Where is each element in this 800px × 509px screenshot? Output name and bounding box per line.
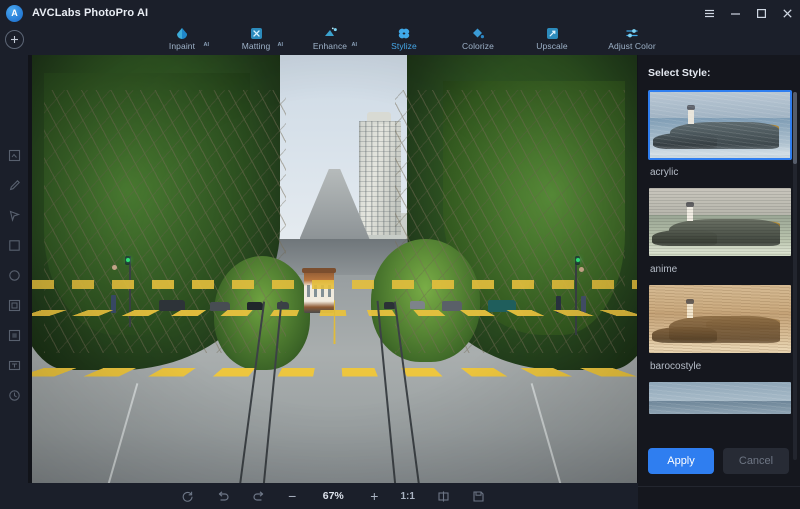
text-box-icon[interactable] xyxy=(0,350,28,380)
style-thumbnail xyxy=(648,187,792,257)
style-option-partial[interactable] xyxy=(648,381,792,415)
crop-frame-icon[interactable] xyxy=(0,140,28,170)
hamburger-icon[interactable] xyxy=(696,0,722,26)
rotate-icon[interactable] xyxy=(181,483,194,509)
thumb-texture xyxy=(650,92,790,158)
style-list[interactable]: acrylic anime barocostyle xyxy=(638,90,800,462)
ellipse-icon[interactable] xyxy=(0,260,28,290)
layers-icon[interactable] xyxy=(0,290,28,320)
photo-vignette xyxy=(32,55,637,493)
panel-title: Select Style: xyxy=(648,67,711,79)
frame-icon[interactable] xyxy=(0,320,28,350)
zoom-level: 67% xyxy=(322,490,344,502)
zoom-out-button[interactable]: − xyxy=(288,483,296,509)
style-option-acrylic[interactable]: acrylic xyxy=(648,90,792,178)
tab-enhance-label: Enhance xyxy=(312,41,348,51)
tab-enhance[interactable]: Enhance AI xyxy=(293,26,367,55)
undo-arrow-icon[interactable] xyxy=(216,483,230,509)
tab-colorize-label: Colorize xyxy=(462,41,494,51)
maximize-icon[interactable] xyxy=(748,0,774,26)
colorize-icon xyxy=(471,27,485,40)
style-thumbnail xyxy=(648,284,792,354)
window-controls xyxy=(696,0,800,26)
tab-inpaint-label: Inpaint xyxy=(168,41,196,51)
stylize-icon xyxy=(397,27,411,40)
tab-inpaint-badge: AI xyxy=(203,42,210,48)
tab-adjust-color-label: Adjust Color xyxy=(608,41,656,51)
cancel-button: Cancel xyxy=(723,448,789,474)
canvas-area[interactable] xyxy=(28,55,638,509)
thumb-texture xyxy=(649,382,791,414)
actual-size-button[interactable]: 1:1 xyxy=(400,483,414,509)
style-label: anime xyxy=(650,264,678,275)
adjust-color-icon xyxy=(625,27,639,40)
application-window: AVCLabs PhotoPro AI xyxy=(0,0,800,509)
redo-arrow-icon[interactable] xyxy=(252,483,266,509)
style-label: barocostyle xyxy=(650,361,702,372)
photo-preview[interactable] xyxy=(32,55,637,493)
style-option-barocostyle[interactable]: barocostyle xyxy=(648,284,792,372)
tab-matting-label: Matting xyxy=(241,41,271,51)
plus-circle-icon[interactable] xyxy=(5,30,24,49)
matting-icon xyxy=(250,27,263,40)
tab-inpaint[interactable]: Inpaint AI xyxy=(145,26,219,55)
tab-upscale[interactable]: Upscale xyxy=(515,26,589,55)
panel-divider xyxy=(638,486,800,487)
bottom-toolbar: − 67% + 1:1 xyxy=(28,483,638,509)
tab-stylize[interactable]: Stylize xyxy=(367,26,441,55)
enhance-icon xyxy=(323,27,338,40)
tab-adjust-color[interactable]: Adjust Color xyxy=(589,26,675,55)
thumb-texture xyxy=(649,188,791,256)
zoom-in-button[interactable]: + xyxy=(370,483,378,509)
tab-upscale-label: Upscale xyxy=(536,41,568,51)
top-toolbar: Inpaint AI Matting AI Enhance AI Stylize… xyxy=(0,26,800,55)
rectangle-icon[interactable] xyxy=(0,230,28,260)
history-clock-icon[interactable] xyxy=(0,380,28,410)
style-option-anime[interactable]: anime xyxy=(648,187,792,275)
title-bar: AVCLabs PhotoPro AI xyxy=(0,0,800,26)
brush-icon[interactable] xyxy=(0,170,28,200)
lasso-icon[interactable] xyxy=(0,200,28,230)
tab-stylize-label: Stylize xyxy=(391,41,417,51)
app-title: AVCLabs PhotoPro AI xyxy=(32,7,149,19)
style-thumbnail xyxy=(648,90,792,160)
inpaint-icon xyxy=(175,27,189,40)
left-tool-rail xyxy=(0,55,28,509)
save-disk-icon[interactable] xyxy=(472,483,485,509)
scrollbar-thumb[interactable] xyxy=(793,92,797,164)
panel-actions: Apply Cancel xyxy=(638,439,800,483)
tab-colorize[interactable]: Colorize xyxy=(441,26,515,55)
thumb-texture xyxy=(649,285,791,353)
apply-button[interactable]: Apply xyxy=(648,448,714,474)
tab-enhance-badge: AI xyxy=(351,42,358,48)
split-compare-icon[interactable] xyxy=(437,483,450,509)
tool-tabs: Inpaint AI Matting AI Enhance AI Stylize… xyxy=(145,26,675,55)
style-thumbnail xyxy=(648,381,792,415)
style-label: acrylic xyxy=(650,167,679,178)
tab-matting[interactable]: Matting AI xyxy=(219,26,293,55)
upscale-icon xyxy=(546,27,559,40)
close-icon[interactable] xyxy=(774,0,800,26)
minimize-icon[interactable] xyxy=(722,0,748,26)
style-panel: Select Style: acrylic anime barocostyle … xyxy=(638,55,800,509)
style-list-scrollbar[interactable] xyxy=(793,92,797,460)
avclabs-logo-icon xyxy=(6,4,23,22)
tab-matting-badge: AI xyxy=(277,42,284,48)
